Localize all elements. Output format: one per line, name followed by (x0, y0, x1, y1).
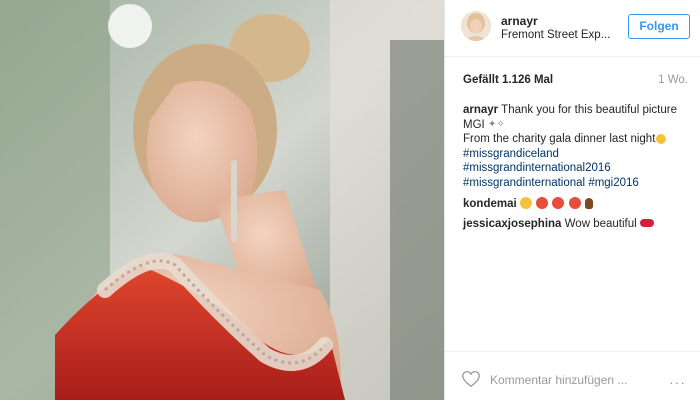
hashtag[interactable]: #missgrandinternational (463, 177, 585, 189)
lips-emoji (639, 219, 654, 228)
post-photo[interactable] (0, 0, 444, 400)
caption: arnayr Thank you for this beautiful pict… (463, 103, 695, 118)
post-header: arnayr Fremont Street Exp... Folgen (445, 0, 700, 57)
caption-username[interactable]: arnayr (463, 104, 498, 116)
caption-text-1: Thank you for this beautiful picture (501, 104, 677, 116)
caption-text-2: MGI (463, 118, 485, 131)
post-time[interactable]: 1 Wo. (658, 74, 688, 86)
hashtag[interactable]: #mgi2016 (588, 177, 639, 189)
hashtag[interactable]: #missgrandiceland (463, 147, 695, 162)
hashtag-line: #missgrandinternational #mgi2016 (463, 176, 695, 191)
heart-icon[interactable] (461, 370, 481, 388)
blush-emoji (519, 196, 532, 209)
comment: jessicaxjosephina Wow beautiful (463, 217, 695, 232)
comment-text: Wow beautiful (564, 218, 637, 231)
location[interactable]: Fremont Street Exp... (501, 29, 621, 41)
follow-button[interactable]: Folgen (628, 14, 690, 39)
hashtag[interactable]: #missgrandinternational2016 (463, 161, 695, 176)
comments-list: arnayr Thank you for this beautiful pict… (463, 103, 695, 232)
like-count[interactable]: Gefällt 1.126 Mal (463, 74, 553, 86)
smile-emoji (656, 134, 667, 145)
comment: kondemai (463, 196, 695, 212)
username[interactable]: arnayr (501, 14, 538, 28)
post-image (0, 0, 444, 400)
caption-text-3: From the charity gala dinner last night (463, 133, 656, 146)
more-options-icon[interactable]: ··· (669, 374, 686, 390)
heart-eyes-emoji (552, 196, 565, 209)
heart-eyes-emoji (536, 196, 549, 209)
hand-emoji (584, 197, 593, 209)
post-side-panel: arnayr Fremont Street Exp... Folgen Gefä… (444, 0, 700, 400)
comment-username[interactable]: jessicaxjosephina (463, 218, 561, 230)
heart-eyes-emoji (568, 196, 581, 209)
comment-username[interactable]: kondemai (463, 198, 517, 210)
instagram-post: arnayr Fremont Street Exp... Folgen Gefä… (0, 0, 700, 400)
post-footer: Kommentar hinzufügen ... ··· (445, 351, 700, 401)
caption-line-2: MGI ✦✧ (463, 118, 695, 133)
add-comment-input[interactable]: Kommentar hinzufügen ... (490, 373, 627, 387)
avatar-image (461, 11, 491, 41)
caption-line-3: From the charity gala dinner last night (463, 132, 695, 147)
avatar[interactable] (461, 11, 491, 41)
sparkles-icon: ✦✧ (487, 118, 505, 130)
